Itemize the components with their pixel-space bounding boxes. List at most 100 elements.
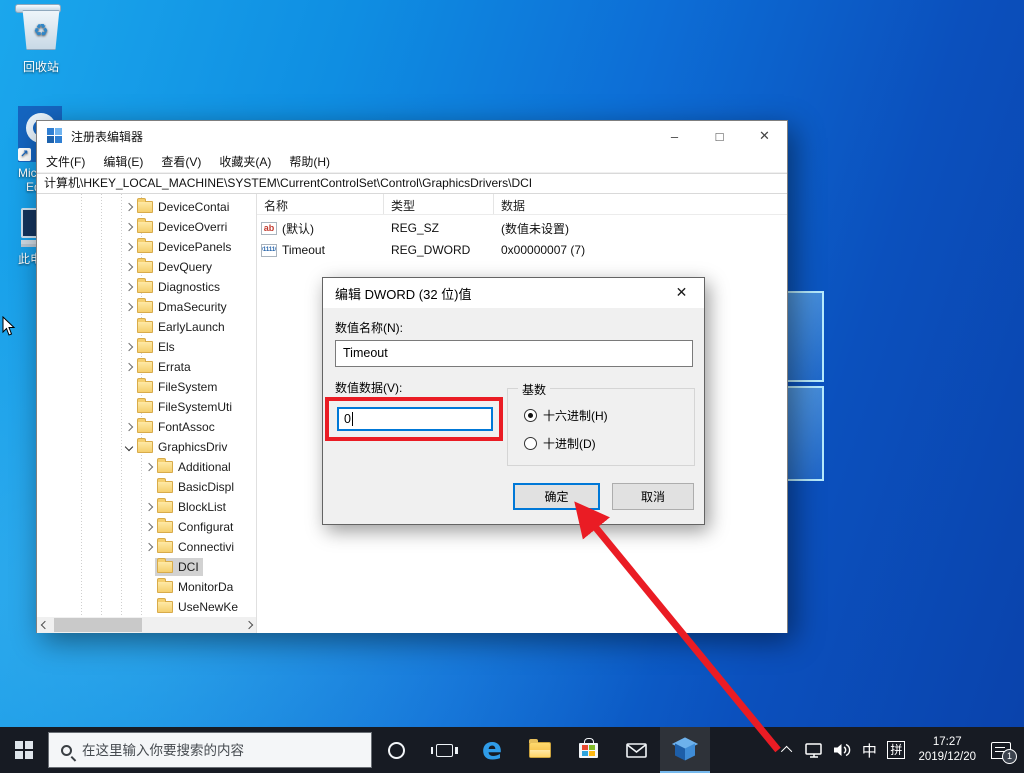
volume-button[interactable]: [828, 727, 856, 773]
tree-item-BasicDispl[interactable]: BasicDispl: [37, 477, 239, 497]
store-button[interactable]: [564, 727, 612, 773]
tree-item-Errata[interactable]: Errata: [37, 357, 239, 377]
menu-item[interactable]: 帮助(H): [280, 151, 339, 173]
horizontal-scroll-thumb[interactable]: [54, 618, 142, 632]
tree-item-DmaSecurity[interactable]: DmaSecurity: [37, 297, 239, 317]
chevron-right-icon[interactable]: [123, 421, 135, 433]
hex-radio-row[interactable]: 十六进制(H): [524, 407, 608, 424]
search-input[interactable]: [82, 742, 352, 758]
tree-item-EarlyLaunch[interactable]: EarlyLaunch: [37, 317, 239, 337]
dialog-title-bar[interactable]: 编辑 DWORD (32 位)值: [323, 278, 704, 308]
dec-radio-button[interactable]: [524, 437, 537, 450]
start-button[interactable]: [0, 727, 48, 773]
tree-node[interactable]: BlockList: [155, 498, 230, 516]
tree-item-Configurat[interactable]: Configurat: [37, 517, 239, 537]
registry-title-bar[interactable]: 注册表编辑器 – □ ✕: [37, 121, 787, 151]
tree-item-Additional[interactable]: Additional: [37, 457, 239, 477]
column-header-name[interactable]: 名称: [257, 194, 384, 214]
chevron-right-icon[interactable]: [123, 201, 135, 213]
value-row-(默认)[interactable]: ab (默认) REG_SZ (数值未设置): [257, 217, 787, 239]
tree-item-BlockList[interactable]: BlockList: [37, 497, 239, 517]
task-view-button[interactable]: [420, 727, 468, 773]
tree-item-DeviceContai[interactable]: DeviceContai: [37, 197, 239, 217]
close-button[interactable]: ✕: [742, 122, 787, 151]
tree-item-FileSystemUti[interactable]: FileSystemUti: [37, 397, 239, 417]
file-explorer-button[interactable]: [516, 727, 564, 773]
tree-node[interactable]: MonitorDa: [155, 578, 237, 596]
chevron-down-icon[interactable]: [123, 441, 135, 453]
hex-radio-button[interactable]: [524, 409, 537, 422]
minimize-button[interactable]: –: [652, 122, 697, 151]
registry-editor-taskbar-button[interactable]: [660, 727, 710, 773]
chevron-right-icon[interactable]: [123, 361, 135, 373]
cortana-button[interactable]: [372, 727, 420, 773]
tree-item-Connectivi[interactable]: Connectivi: [37, 537, 239, 557]
menu-item[interactable]: 编辑(E): [94, 151, 152, 173]
chevron-right-icon[interactable]: [123, 221, 135, 233]
chevron-right-icon[interactable]: [143, 541, 155, 553]
edge-taskbar-button[interactable]: e: [468, 727, 516, 773]
scroll-right-arrow[interactable]: [241, 617, 256, 633]
maximize-button[interactable]: □: [697, 122, 742, 151]
menu-item[interactable]: 查看(V): [152, 151, 210, 173]
tree-node[interactable]: Additional: [155, 458, 235, 476]
recycle-bin-desktop-icon[interactable]: ♻ 回收站: [12, 4, 70, 75]
tree-node[interactable]: DevicePanels: [135, 238, 235, 256]
network-button[interactable]: [800, 727, 828, 773]
scroll-left-arrow[interactable]: [37, 617, 52, 633]
chevron-right-icon[interactable]: [123, 281, 135, 293]
tree-node[interactable]: Configurat: [155, 518, 237, 536]
tree-node[interactable]: FileSystemUti: [135, 398, 236, 416]
chevron-right-icon[interactable]: [143, 461, 155, 473]
tree-item-DCI[interactable]: DCI: [37, 557, 239, 577]
column-header-data[interactable]: 数据: [494, 194, 787, 214]
tree-node[interactable]: DeviceOverri: [135, 218, 231, 236]
tree-node[interactable]: UseNewKe: [155, 598, 242, 616]
tree-node[interactable]: GraphicsDriv: [135, 438, 231, 456]
tree-horizontal-scrollbar[interactable]: [37, 617, 256, 633]
ok-button[interactable]: 确定: [513, 483, 600, 510]
tree-item-Diagnostics[interactable]: Diagnostics: [37, 277, 239, 297]
tree-item-FontAssoc[interactable]: FontAssoc: [37, 417, 239, 437]
column-header-type[interactable]: 类型: [384, 194, 494, 214]
value-name-field[interactable]: Timeout: [335, 340, 693, 367]
address-bar[interactable]: 计算机\HKEY_LOCAL_MACHINE\SYSTEM\CurrentCon…: [37, 173, 787, 194]
tree-item-FileSystem[interactable]: FileSystem: [37, 377, 239, 397]
tree-node[interactable]: Connectivi: [155, 538, 238, 556]
cancel-button[interactable]: 取消: [612, 483, 694, 510]
tree-node[interactable]: DeviceContai: [135, 198, 233, 216]
chevron-right-icon[interactable]: [123, 301, 135, 313]
tree-node[interactable]: Errata: [135, 358, 195, 376]
chevron-right-icon[interactable]: [123, 341, 135, 353]
tree-node[interactable]: BasicDispl: [155, 478, 238, 496]
ime-mode-indicator[interactable]: 拼: [882, 727, 910, 773]
tree-item-DeviceOverri[interactable]: DeviceOverri: [37, 217, 239, 237]
tree-node[interactable]: DmaSecurity: [135, 298, 231, 316]
menu-item[interactable]: 收藏夹(A): [210, 151, 280, 173]
tree-node[interactable]: Diagnostics: [135, 278, 224, 296]
taskbar-search-box[interactable]: [48, 732, 372, 768]
tree-node[interactable]: FileSystem: [135, 378, 221, 396]
tree-selection[interactable]: DCI: [155, 558, 203, 576]
tree-item-DevicePanels[interactable]: DevicePanels: [37, 237, 239, 257]
action-center-button[interactable]: 1: [984, 727, 1018, 773]
tree-item-UseNewKe[interactable]: UseNewKe: [37, 597, 239, 617]
tree-item-GraphicsDriv[interactable]: GraphicsDriv: [37, 437, 239, 457]
ime-language-indicator[interactable]: 中: [856, 727, 882, 773]
tree-node[interactable]: FontAssoc: [135, 418, 219, 436]
menu-item[interactable]: 文件(F): [37, 151, 94, 173]
dec-radio-row[interactable]: 十进制(D): [524, 435, 596, 452]
mail-button[interactable]: [612, 727, 660, 773]
chevron-right-icon[interactable]: [123, 241, 135, 253]
tree-item-MonitorDa[interactable]: MonitorDa: [37, 577, 239, 597]
chevron-right-icon[interactable]: [143, 501, 155, 513]
value-row-Timeout[interactable]: 011110 Timeout REG_DWORD 0x00000007 (7): [257, 239, 787, 261]
tree-node[interactable]: EarlyLaunch: [135, 318, 229, 336]
tree-item-DevQuery[interactable]: DevQuery: [37, 257, 239, 277]
taskbar-clock[interactable]: 17:27 2019/12/20: [910, 735, 984, 765]
chevron-right-icon[interactable]: [143, 521, 155, 533]
tree-node[interactable]: DevQuery: [135, 258, 216, 276]
dialog-close-button[interactable]: ✕: [659, 278, 704, 307]
tray-expand-button[interactable]: [776, 727, 800, 773]
tree-item-Els[interactable]: Els: [37, 337, 239, 357]
